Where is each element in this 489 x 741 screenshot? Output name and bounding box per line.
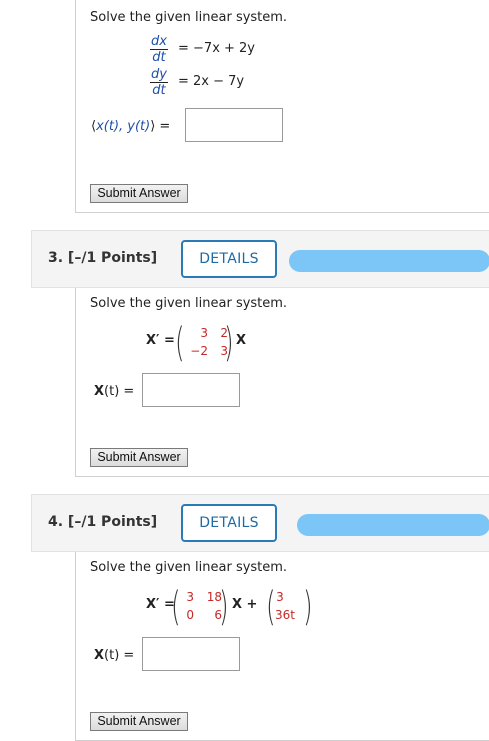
question-3-submit-button[interactable]: Submit Answer — [90, 448, 188, 467]
vector-x-2: X — [94, 648, 105, 663]
redaction-mark-2 — [297, 514, 489, 536]
dy-numerator: dy — [150, 67, 168, 83]
question-3-rhs-var: X — [236, 333, 247, 348]
question-2-answer-label: ⟨x(t), y(t)⟩ = — [91, 119, 170, 134]
equation-2-rhs: = 2x − 7y — [178, 74, 245, 89]
matrix-b11: 3 — [186, 590, 194, 604]
vector-v2-text: 36t — [275, 608, 295, 622]
matrix-a21: −2 — [190, 344, 208, 358]
question-3-details-button[interactable]: DETAILS — [181, 240, 277, 278]
matrix-b21: 0 — [186, 608, 194, 622]
question-2-prompt: Solve the given linear system. — [90, 10, 288, 25]
dx-dt-fraction: dx dt — [150, 34, 168, 65]
question-4-rhs-var: X + — [232, 597, 258, 612]
vector-v2: 36t — [270, 608, 300, 622]
answer-vars: x(t), y(t) — [96, 119, 151, 134]
question-3-prompt: Solve the given linear system. — [90, 296, 288, 311]
vector-x: X — [94, 384, 105, 399]
equation-1-rhs: = −7x + 2y — [178, 41, 256, 56]
question-4-answer-label: X(t) = — [94, 648, 134, 663]
redaction-mark — [289, 250, 489, 272]
question-4-details-button[interactable]: DETAILS — [181, 504, 277, 542]
matrix-left-paren: ( — [175, 320, 185, 366]
question-3-answer-label: X(t) = — [94, 384, 134, 399]
question-3-title: 3. [–/1 Points] — [48, 250, 158, 266]
dt-denominator-2: dt — [152, 83, 166, 98]
question-4-answer-input[interactable] — [142, 637, 240, 671]
question-2-card — [75, 0, 489, 213]
question-4-header: 4. [–/1 Points] DETAILS — [31, 494, 489, 552]
question-2-submit-button[interactable]: Submit Answer — [90, 184, 188, 203]
dx-numerator: dx — [150, 34, 168, 50]
angle-close-equals: ⟩ = — [150, 119, 171, 134]
matrix-a11: 3 — [200, 326, 208, 340]
matrix-right-paren: ) — [224, 320, 234, 366]
vector-right-paren: ) — [303, 584, 313, 630]
question-4-submit-button[interactable]: Submit Answer — [90, 712, 188, 731]
vector-v1: 3 — [276, 590, 284, 604]
question-3-header: 3. [–/1 Points] DETAILS — [31, 230, 489, 288]
question-4-title: 4. [–/1 Points] — [48, 514, 158, 530]
answer-label-rest: (t) = — [104, 384, 135, 399]
question-2-answer-input[interactable] — [185, 108, 283, 142]
question-3-lhs: X′ = — [146, 333, 175, 348]
matrix-right-paren-2: ) — [219, 584, 229, 630]
dt-denominator: dt — [152, 50, 166, 65]
answer-label-rest-2: (t) = — [104, 648, 135, 663]
dy-dt-fraction: dy dt — [150, 67, 168, 98]
question-3-answer-input[interactable] — [142, 373, 240, 407]
question-4-prompt: Solve the given linear system. — [90, 560, 288, 575]
